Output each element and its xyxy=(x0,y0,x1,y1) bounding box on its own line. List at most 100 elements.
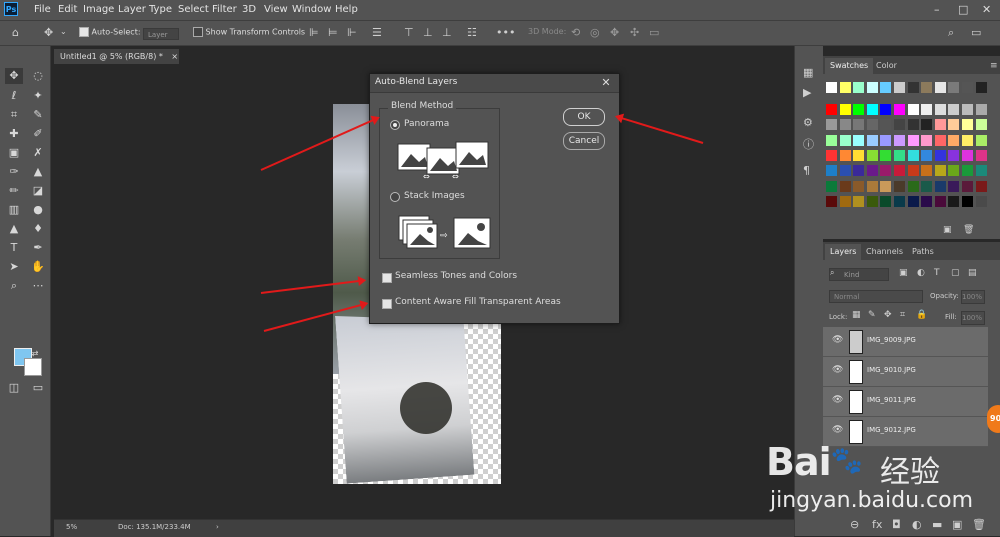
color-swatch[interactable] xyxy=(975,180,987,192)
3d-slide-icon[interactable]: ✣ xyxy=(630,26,639,39)
color-swatch[interactable] xyxy=(880,165,892,177)
fx-icon[interactable]: fx xyxy=(872,518,882,531)
color-swatch[interactable] xyxy=(921,165,933,177)
magic-wand-icon[interactable]: ✦ xyxy=(29,88,47,104)
tab-paths[interactable]: Paths xyxy=(907,244,939,260)
workspace-icon[interactable]: ▭ xyxy=(971,26,981,39)
new-layer-icon[interactable]: ▣ xyxy=(952,518,962,531)
color-swatch[interactable] xyxy=(962,165,973,177)
color-swatch[interactable] xyxy=(962,149,973,161)
color-swatch[interactable] xyxy=(894,195,905,207)
paragraph-icon[interactable]: ¶ xyxy=(803,164,810,177)
color-swatch[interactable] xyxy=(934,82,946,93)
color-swatch[interactable] xyxy=(962,104,973,115)
stack-images-radio[interactable] xyxy=(390,192,400,202)
menu-3d[interactable]: 3D xyxy=(242,4,256,15)
crop-tool-icon[interactable]: ⌗ xyxy=(5,107,23,123)
path-selection-icon[interactable]: ➤ xyxy=(5,259,23,275)
eye-icon[interactable]: 👁 xyxy=(832,395,843,405)
zoom-level[interactable]: 5% xyxy=(66,523,77,531)
minimize-button[interactable]: – xyxy=(934,3,940,16)
color-swatch[interactable] xyxy=(853,149,865,161)
lasso-tool-icon[interactable]: ℓ xyxy=(5,88,23,104)
filter-kind-dropdown[interactable]: Kind xyxy=(829,268,889,281)
healing-brush-icon[interactable]: ✚ xyxy=(5,126,23,142)
tab-swatches[interactable]: Swatches xyxy=(825,58,874,74)
filter-shape-icon[interactable]: ▢ xyxy=(951,268,960,278)
distribute-vertical-icon[interactable]: ☷ xyxy=(467,26,477,39)
color-swatch[interactable] xyxy=(975,104,987,115)
color-swatch[interactable] xyxy=(839,119,851,131)
maximize-button[interactable]: □ xyxy=(958,3,968,16)
color-swatch[interactable] xyxy=(921,134,933,146)
panel-menu-icon[interactable]: ≡ xyxy=(985,58,1000,74)
align-center-icon[interactable]: ⊨ xyxy=(328,26,338,39)
color-swatch[interactable] xyxy=(894,180,905,192)
chevron-down-icon[interactable]: ⌄ xyxy=(60,27,67,36)
swap-colors-icon[interactable]: ⇄ xyxy=(30,346,40,362)
color-swatch[interactable] xyxy=(866,195,878,207)
tab-color[interactable]: Color xyxy=(871,58,902,74)
color-swatch[interactable] xyxy=(921,82,933,93)
color-swatch[interactable] xyxy=(880,180,892,192)
filter-smart-icon[interactable]: ▤ xyxy=(968,268,977,278)
color-swatch[interactable] xyxy=(975,82,987,93)
color-swatch[interactable] xyxy=(853,82,865,93)
color-swatch[interactable] xyxy=(948,119,960,131)
eye-icon[interactable]: 👁 xyxy=(832,365,843,375)
color-swatch[interactable] xyxy=(921,104,933,115)
properties-icon[interactable]: ⚙ xyxy=(803,116,813,129)
document-tab[interactable]: Untitled1 @ 5% (RGB/8) * × xyxy=(54,49,179,64)
filter-pixel-icon[interactable]: ▣ xyxy=(899,268,908,278)
color-swatch[interactable] xyxy=(907,82,919,93)
color-swatch[interactable] xyxy=(907,134,919,146)
blend-mode-dropdown[interactable]: Normal xyxy=(829,290,923,303)
color-swatch[interactable] xyxy=(866,165,878,177)
seamless-tones-label[interactable]: Seamless Tones and Colors xyxy=(395,271,517,281)
show-transform-option[interactable]: Show Transform Controls xyxy=(193,27,305,37)
color-swatch[interactable] xyxy=(894,119,905,131)
new-swatch-icon[interactable]: ▣ xyxy=(943,225,952,235)
move-tool-icon[interactable]: ✥ xyxy=(5,68,23,84)
move-tool-icon[interactable]: ✥ xyxy=(44,26,53,39)
seamless-tones-checkbox[interactable] xyxy=(382,273,392,283)
show-transform-checkbox[interactable] xyxy=(193,27,203,37)
ok-button[interactable]: OK xyxy=(563,108,605,126)
align-bottom-icon[interactable]: ⊥ xyxy=(442,26,452,39)
align-middle-icon[interactable]: ⊥ xyxy=(423,26,433,39)
color-swatch[interactable] xyxy=(921,149,933,161)
new-group-icon[interactable]: ▬ xyxy=(932,518,942,531)
menu-filter[interactable]: Filter xyxy=(212,4,237,15)
color-swatch[interactable] xyxy=(934,134,946,146)
menu-window[interactable]: Window xyxy=(292,4,331,15)
eyedropper-icon[interactable]: ✎ xyxy=(29,107,47,123)
menu-edit[interactable]: Edit xyxy=(58,4,77,15)
color-swatch[interactable] xyxy=(975,134,987,146)
close-tab-icon[interactable]: × xyxy=(171,52,178,61)
color-swatch[interactable] xyxy=(853,180,865,192)
color-swatch[interactable] xyxy=(934,195,946,207)
color-swatch[interactable] xyxy=(962,134,973,146)
lock-position-icon[interactable]: ✥ xyxy=(884,310,892,320)
color-swatch[interactable] xyxy=(975,119,987,131)
color-swatch[interactable] xyxy=(948,165,960,177)
lock-transparent-icon[interactable]: ▦ xyxy=(852,310,861,320)
clone-stamp-icon[interactable]: ▣ xyxy=(5,145,23,161)
3d-roll-icon[interactable]: ◎ xyxy=(590,26,600,39)
color-swatch[interactable] xyxy=(921,195,933,207)
color-swatch[interactable] xyxy=(907,119,919,131)
color-swatch[interactable] xyxy=(948,149,960,161)
menu-select[interactable]: Select xyxy=(178,4,209,15)
brush-tool-icon[interactable]: ✐ xyxy=(29,126,47,142)
color-swatch[interactable] xyxy=(866,180,878,192)
stamp-icon[interactable]: ▲ xyxy=(29,164,47,180)
color-swatch[interactable] xyxy=(894,165,905,177)
quick-mask-icon[interactable]: ◫ xyxy=(5,380,23,396)
color-swatch[interactable] xyxy=(839,165,851,177)
history-icon[interactable]: ✏ xyxy=(5,183,23,199)
eye-icon[interactable]: 👁 xyxy=(832,425,843,435)
color-swatch[interactable] xyxy=(826,134,837,146)
type-tool-icon[interactable]: T xyxy=(5,240,23,256)
lock-artboard-icon[interactable]: ⌗ xyxy=(900,310,905,320)
color-swatch[interactable] xyxy=(934,165,946,177)
